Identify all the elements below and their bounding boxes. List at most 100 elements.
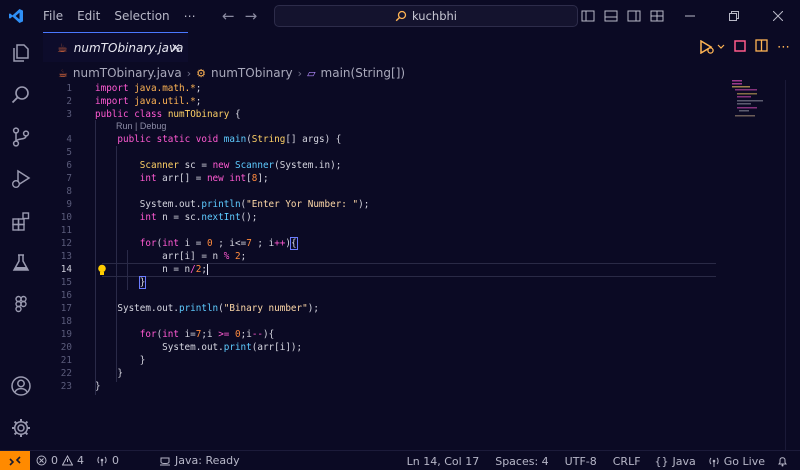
- minimize-button[interactable]: [668, 0, 712, 32]
- extensions-icon[interactable]: [0, 200, 41, 242]
- line-number: 5: [66, 147, 72, 158]
- breadcrumb-class[interactable]: numTObinary: [211, 66, 293, 80]
- class-icon: ⚙: [196, 66, 207, 80]
- code-line-2: import java.util.*;: [95, 96, 202, 107]
- line-number: 10: [60, 212, 72, 223]
- ports-indicator[interactable]: 0: [90, 451, 125, 470]
- search-icon: [395, 10, 407, 22]
- notifications-bell-icon[interactable]: [771, 451, 794, 470]
- line-number: 13: [60, 251, 72, 262]
- warning-count: 4: [77, 454, 84, 467]
- forward-arrow-icon[interactable]: →: [245, 7, 258, 25]
- breadcrumb-method[interactable]: main(String[]): [321, 66, 406, 80]
- testing-icon[interactable]: [0, 242, 41, 284]
- vertical-scrollbar[interactable]: [785, 80, 786, 450]
- line-number: 4: [66, 134, 72, 145]
- figma-icon[interactable]: [0, 284, 41, 326]
- account-icon[interactable]: [0, 365, 41, 407]
- chevron-down-icon[interactable]: [717, 43, 725, 51]
- command-center-search[interactable]: kuchbhi: [274, 5, 578, 27]
- code-line-21: }: [95, 355, 146, 366]
- tab-numtobinary[interactable]: ☕ numTObinary.java ✕: [43, 32, 188, 62]
- end-of-line[interactable]: CRLF: [607, 451, 649, 470]
- code-editor[interactable]: 1 2 3 4 5 6 7 8 9 10 11 12 13 14 15 16 17 18 19 20 21 22 23 Ru…: [41, 82, 800, 450]
- broadcast-icon: [709, 457, 719, 467]
- error-count: 0: [51, 454, 58, 467]
- breadcrumb: ☕ numTObinary.java › ⚙ numTObinary › ▱ m…: [58, 64, 405, 82]
- braces-icon: {}: [654, 454, 669, 468]
- explorer-icon[interactable]: [0, 32, 41, 74]
- go-live-button[interactable]: Go Live: [702, 451, 771, 470]
- close-window-button[interactable]: [756, 0, 800, 32]
- codelens-run-debug[interactable]: Run | Debug: [116, 120, 166, 132]
- line-number: 11: [60, 225, 72, 236]
- title-bar: File Edit Selection ⋯ ← → kuchbhi: [0, 0, 800, 32]
- line-number: 18: [60, 316, 72, 327]
- search-icon[interactable]: [0, 74, 41, 116]
- line-number: 17: [60, 303, 72, 314]
- line-number: 19: [60, 329, 72, 340]
- code-line-10: int n = sc.nextInt();: [139, 212, 258, 223]
- menu-selection[interactable]: Selection: [107, 0, 176, 32]
- code-line-3: public class numTObinary {: [95, 109, 241, 120]
- breadcrumb-file[interactable]: numTObinary.java: [73, 66, 182, 80]
- line-number: 15: [60, 277, 72, 288]
- indentation[interactable]: Spaces: 4: [489, 451, 558, 470]
- chevron-right-icon: ›: [186, 66, 192, 80]
- code-line-17: System.out.println("Binary number");: [95, 303, 319, 314]
- customize-layout-icon[interactable]: [645, 0, 668, 32]
- chevron-right-icon: ›: [297, 66, 303, 80]
- code-line-1: import java.math.*;: [95, 83, 202, 94]
- activity-bar: [0, 32, 41, 450]
- menu-more[interactable]: ⋯: [177, 0, 203, 32]
- menu-file[interactable]: File: [36, 0, 70, 32]
- problems-indicator[interactable]: 0 4: [30, 451, 90, 470]
- search-text: kuchbhi: [412, 9, 457, 23]
- ports-count: 0: [112, 454, 119, 467]
- back-arrow-icon[interactable]: ←: [222, 7, 235, 25]
- line-number: 20: [60, 342, 72, 353]
- code-line-20: System.out.print(arr[i]);: [95, 342, 303, 353]
- remote-icon: [9, 455, 21, 466]
- encoding[interactable]: UTF-8: [559, 451, 607, 470]
- restore-button[interactable]: [712, 0, 756, 32]
- code-line-19: for(int i=7;i >= 0;i--){: [139, 329, 275, 340]
- editor-tabs: ☕ numTObinary.java ✕: [41, 32, 800, 62]
- remote-window-button[interactable]: [0, 450, 30, 470]
- line-number: 9: [66, 199, 72, 210]
- close-tab-icon[interactable]: ✕: [171, 41, 181, 55]
- error-icon: [36, 455, 47, 466]
- line-number: 22: [60, 368, 72, 379]
- java-status[interactable]: Java: Ready: [153, 451, 246, 470]
- toggle-primary-sidebar-icon[interactable]: [576, 0, 599, 32]
- split-editor-icon[interactable]: [755, 39, 768, 55]
- stop-square-icon[interactable]: [734, 39, 746, 55]
- line-number: 7: [66, 173, 72, 184]
- code-line-7: int arr[] = new int[8];: [139, 173, 269, 184]
- minimap[interactable]: [732, 80, 772, 120]
- line-number: 2: [66, 96, 72, 107]
- menu-edit[interactable]: Edit: [70, 0, 107, 32]
- settings-gear-icon[interactable]: [0, 407, 41, 449]
- vscode-logo: [0, 0, 32, 32]
- line-number: 14: [60, 264, 72, 275]
- java-status-text: Java: Ready: [175, 454, 240, 467]
- code-line-22: }: [95, 368, 123, 379]
- run-java-icon[interactable]: [699, 40, 725, 54]
- breadcrumb-file-icon: ☕: [58, 66, 68, 80]
- line-number: 12: [60, 238, 72, 249]
- code-line-13: arr[i] = n % 2;: [95, 251, 247, 262]
- java-file-icon: ☕: [57, 40, 68, 55]
- cursor-position[interactable]: Ln 14, Col 17: [401, 451, 490, 470]
- toggle-secondary-sidebar-icon[interactable]: [622, 0, 645, 32]
- status-bar: 0 4 0 Java: Ready Ln 14, Col 17 Spaces: …: [0, 450, 800, 470]
- line-number: 6: [66, 160, 72, 171]
- run-debug-icon[interactable]: [0, 158, 41, 200]
- source-control-icon[interactable]: [0, 116, 41, 158]
- line-number: 21: [60, 355, 72, 366]
- toggle-panel-icon[interactable]: [599, 0, 622, 32]
- code-line-9: System.out.println("Enter Yor Number: ")…: [95, 199, 370, 210]
- broadcast-icon: [97, 456, 107, 466]
- more-actions-icon[interactable]: ⋯: [777, 40, 790, 55]
- language-mode[interactable]: {} Java: [649, 451, 702, 470]
